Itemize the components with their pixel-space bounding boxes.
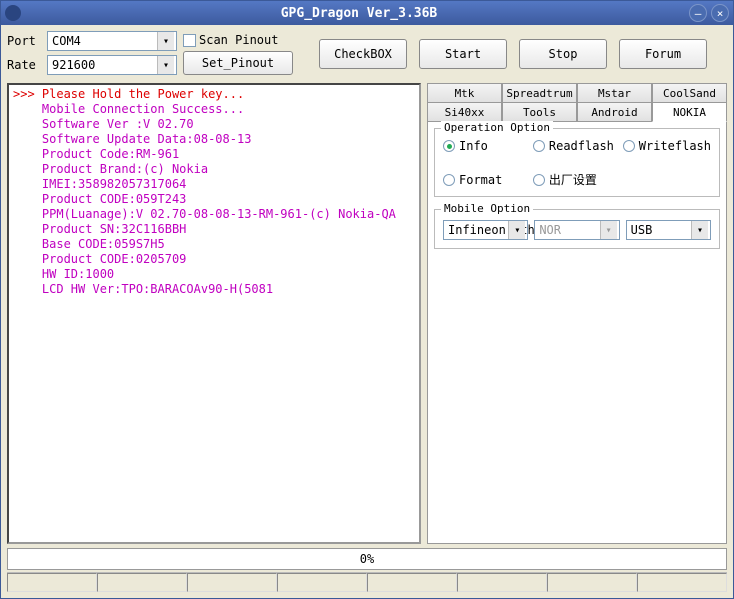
log-line: IMEI:358982057317064 [13, 177, 415, 192]
port-label: Port [7, 34, 47, 48]
radio-label: Format [459, 173, 502, 187]
tab-tools[interactable]: Tools [502, 102, 577, 122]
conn-select[interactable]: USB [626, 220, 711, 240]
radio-label: Writeflash [639, 139, 711, 153]
window-title: GPG_Dragon Ver_3.36B [29, 6, 689, 21]
close-button[interactable]: × [711, 4, 729, 22]
log-line: Product CODE:0205709 [13, 252, 415, 267]
tab-si40xx[interactable]: Si40xx [427, 102, 502, 122]
log-line: HW ID:1000 [13, 267, 415, 282]
mobile-legend: Mobile Option [441, 202, 533, 215]
log-line: Software Ver :V 02.70 [13, 117, 415, 132]
rate-select[interactable]: 921600 [47, 55, 177, 75]
minimize-button[interactable]: – [689, 4, 707, 22]
radio-icon [533, 174, 545, 186]
radio-readflash[interactable]: Readflash [533, 139, 617, 153]
radio-label: Info [459, 139, 488, 153]
radio-icon [533, 140, 545, 152]
mode-select[interactable]: NOR [534, 220, 619, 240]
operation-legend: Operation Option [441, 121, 553, 134]
progress-text: 0% [360, 552, 374, 566]
start-button[interactable]: Start [419, 39, 507, 69]
tabs-row-2: Si40xxToolsAndroidNOKIA [427, 102, 727, 121]
radio-info[interactable]: Info [443, 139, 527, 153]
log-line: Product Code:RM-961 [13, 147, 415, 162]
tab-mstar[interactable]: Mstar [577, 83, 652, 103]
radio-writeflash[interactable]: Writeflash [623, 139, 711, 153]
tabs-row-1: MtkSpreadtrumMstarCoolSand [427, 83, 727, 102]
set-pinout-button[interactable]: Set_Pinout [183, 51, 293, 75]
tab-coolsand[interactable]: CoolSand [652, 83, 727, 103]
radio-label: Readflash [549, 139, 614, 153]
log-line: Base CODE:059S7H5 [13, 237, 415, 252]
app-icon [5, 5, 21, 21]
log-line: LCD HW Ver:TPO:BARACOAv90-H(5081 [13, 282, 415, 297]
port-select[interactable]: COM4 [47, 31, 177, 51]
chip-select[interactable]: Infineon(Others) [443, 220, 528, 240]
tab-nokia[interactable]: NOKIA [652, 102, 727, 122]
forum-button[interactable]: Forum [619, 39, 707, 69]
tab-spreadtrum[interactable]: Spreadtrum [502, 83, 577, 103]
scan-pinout-label: Scan Pinout [199, 33, 278, 47]
progress-bar: 0% [7, 548, 727, 570]
log-line: Product CODE:059T243 [13, 192, 415, 207]
log-line: >>> Please Hold the Power key... [13, 87, 415, 102]
tab-android[interactable]: Android [577, 102, 652, 122]
status-bar [7, 572, 727, 592]
log-line: Product Brand:(c) Nokia [13, 162, 415, 177]
radio-icon [623, 140, 635, 152]
tab-mtk[interactable]: Mtk [427, 83, 502, 103]
radio-format[interactable]: Format [443, 171, 527, 188]
log-line: Product SN:32C116BBH [13, 222, 415, 237]
log-line: Mobile Connection Success... [13, 102, 415, 117]
operation-option-group: Operation Option InfoReadflashWriteflash… [434, 128, 720, 197]
checkbox-button[interactable]: CheckBOX [319, 39, 407, 69]
scan-pinout-checkbox[interactable] [183, 34, 196, 47]
log-output: >>> Please Hold the Power key... Mobile … [7, 83, 421, 544]
rate-label: Rate [7, 58, 47, 72]
titlebar: GPG_Dragon Ver_3.36B – × [1, 1, 733, 25]
radio-icon [443, 140, 455, 152]
radio-label: 出厂设置 [549, 171, 597, 188]
log-line: PPM(Luanage):V 02.70-08-08-13-RM-961-(c)… [13, 207, 415, 222]
radio-icon [443, 174, 455, 186]
log-line: Software Update Data:08-08-13 [13, 132, 415, 147]
stop-button[interactable]: Stop [519, 39, 607, 69]
radio-出厂设置[interactable]: 出厂设置 [533, 171, 617, 188]
mobile-option-group: Mobile Option Infineon(Others) NOR USB [434, 209, 720, 249]
